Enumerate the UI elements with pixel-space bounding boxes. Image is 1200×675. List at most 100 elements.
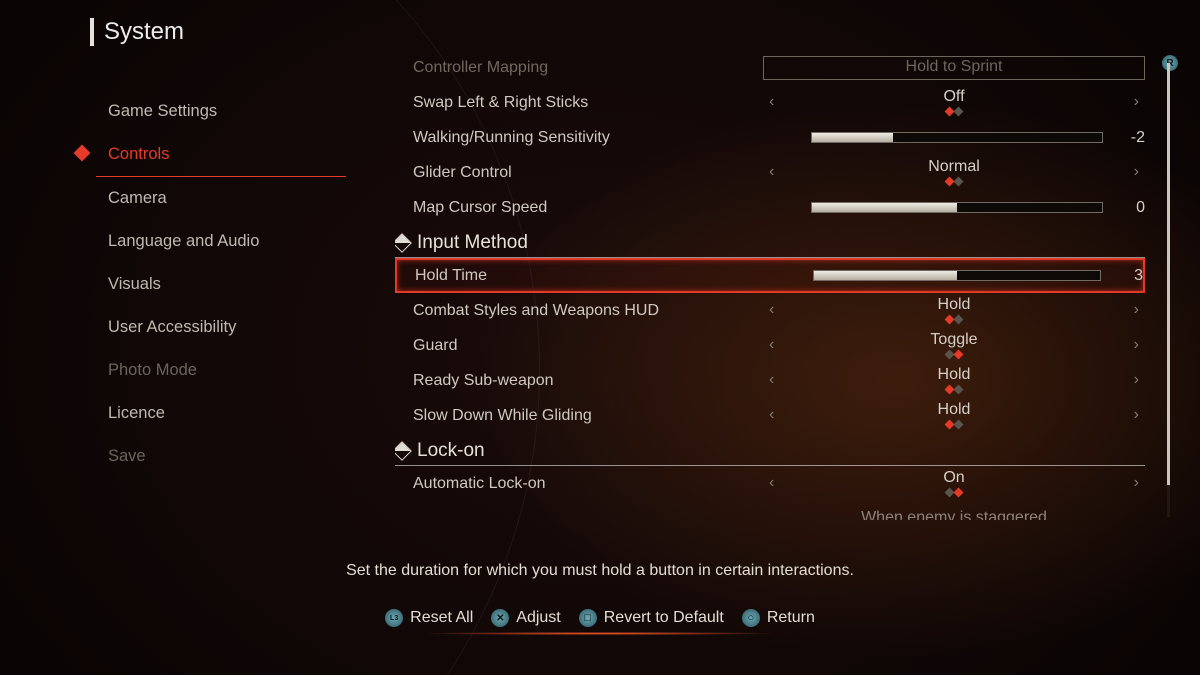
selector-guard[interactable]: ‹ Toggle › — [763, 332, 1145, 358]
page-dots — [780, 106, 1127, 116]
return-button[interactable]: Return — [742, 609, 815, 627]
slider-walk-sensitivity[interactable]: -2 — [763, 129, 1145, 147]
sidebar-item-user-accessibility[interactable]: User Accessibility — [96, 306, 346, 349]
selector-swap-sticks[interactable]: ‹ Off › — [763, 89, 1145, 115]
slider-value: -2 — [1117, 129, 1145, 147]
sidebar-item-controls[interactable]: Controls — [96, 133, 346, 177]
selector-combat-hud[interactable]: ‹ Hold › — [763, 297, 1145, 323]
page-dots — [780, 314, 1127, 324]
chevron-right-icon[interactable]: › — [1128, 336, 1145, 354]
reset-all-label: Reset All — [410, 609, 473, 627]
setting-description: Set the duration for which you must hold… — [0, 562, 1200, 580]
row-combat-hud[interactable]: Combat Styles and Weapons HUD ‹ Hold › — [395, 293, 1145, 328]
settings-panel: Controller Mapping Hold to Sprint Swap L… — [395, 50, 1145, 520]
label-hold-time: Hold Time — [415, 267, 765, 285]
adjust-button[interactable]: Adjust — [491, 609, 560, 627]
sidebar-item-game-settings[interactable]: Game Settings — [96, 90, 346, 133]
sidebar-item-save: Save — [96, 435, 346, 478]
slider-hold-time[interactable]: 3 — [765, 267, 1143, 285]
label-ready-subweapon: Ready Sub-weapon — [413, 372, 763, 390]
chevron-right-icon[interactable]: › — [1128, 301, 1145, 319]
page-title: System — [104, 18, 184, 46]
label-combat-hud: Combat Styles and Weapons HUD — [413, 302, 763, 320]
row-walk-sensitivity[interactable]: Walking/Running Sensitivity -2 — [395, 120, 1145, 155]
circle-icon — [742, 609, 760, 627]
chevron-right-icon[interactable]: › — [1128, 163, 1145, 181]
slider-track[interactable] — [811, 202, 1103, 213]
revert-label: Revert to Default — [604, 609, 724, 627]
scrollbar[interactable] — [1167, 58, 1170, 517]
chevron-left-icon[interactable]: ‹ — [763, 163, 780, 181]
label-walk-sensitivity: Walking/Running Sensitivity — [413, 129, 763, 147]
row-auto-lockon-detail[interactable]: When enemy is staggered — [395, 501, 1145, 520]
section-input-method: Input Method — [395, 226, 1145, 258]
slider-track[interactable] — [811, 132, 1103, 143]
title-tick — [90, 18, 94, 46]
label-swap-sticks: Swap Left & Right Sticks — [413, 94, 763, 112]
page-dots — [780, 176, 1127, 186]
return-label: Return — [767, 609, 815, 627]
scrollbar-thumb[interactable] — [1167, 63, 1170, 485]
diamond-icon — [395, 441, 412, 461]
square-icon — [579, 609, 597, 627]
selector-auto-lockon-detail[interactable]: When enemy is staggered — [763, 510, 1145, 520]
label-slow-glide: Slow Down While Gliding — [413, 407, 763, 425]
page-dots — [780, 349, 1127, 359]
page-dots — [780, 384, 1127, 394]
row-glider-control[interactable]: Glider Control ‹ Normal › — [395, 155, 1145, 190]
value-hold-to-sprint[interactable]: Hold to Sprint — [763, 56, 1145, 80]
reset-all-button[interactable]: Reset All — [385, 609, 473, 627]
bumper-r-icon: R — [1162, 55, 1178, 71]
label-glider-control: Glider Control — [413, 164, 763, 182]
footer-button-bar: Reset All Adjust Revert to Default Retur… — [0, 609, 1200, 627]
page-title-bar: System — [90, 18, 184, 46]
revert-default-button[interactable]: Revert to Default — [579, 609, 724, 627]
chevron-right-icon[interactable]: › — [1128, 93, 1145, 111]
row-guard[interactable]: Guard ‹ Toggle › — [395, 328, 1145, 363]
selector-ready-subweapon[interactable]: ‹ Hold › — [763, 367, 1145, 393]
sidebar-item-licence[interactable]: Licence — [96, 392, 346, 435]
footer-accent-glow — [430, 632, 770, 635]
chevron-left-icon[interactable]: ‹ — [763, 301, 780, 319]
chevron-right-icon[interactable]: › — [1128, 371, 1145, 389]
section-title: Input Method — [417, 232, 528, 254]
row-map-cursor-speed[interactable]: Map Cursor Speed 0 — [395, 190, 1145, 225]
sidebar: Game Settings Controls Camera Language a… — [96, 90, 346, 478]
chevron-left-icon[interactable]: ‹ — [763, 474, 780, 492]
chevron-right-icon[interactable]: › — [1128, 474, 1145, 492]
page-dots — [780, 487, 1127, 497]
l3-icon — [385, 609, 403, 627]
section-title: Lock-on — [417, 440, 485, 462]
sidebar-item-visuals[interactable]: Visuals — [96, 263, 346, 306]
slider-map-cursor[interactable]: 0 — [763, 199, 1145, 217]
sidebar-item-language-audio[interactable]: Language and Audio — [96, 220, 346, 263]
row-auto-lockon[interactable]: Automatic Lock-on ‹ On › — [395, 466, 1145, 501]
row-controller-mapping[interactable]: Controller Mapping Hold to Sprint — [395, 50, 1145, 85]
row-slow-glide[interactable]: Slow Down While Gliding ‹ Hold › — [395, 398, 1145, 433]
chevron-left-icon[interactable]: ‹ — [763, 336, 780, 354]
label-auto-lockon: Automatic Lock-on — [413, 475, 763, 493]
slider-track[interactable] — [813, 270, 1101, 281]
sidebar-item-camera[interactable]: Camera — [96, 177, 346, 220]
chevron-left-icon[interactable]: ‹ — [763, 371, 780, 389]
section-lock-on: Lock-on — [395, 434, 1145, 466]
selector-auto-lockon[interactable]: ‹ On › — [763, 470, 1145, 496]
row-hold-time[interactable]: Hold Time 3 — [395, 258, 1145, 293]
row-swap-sticks[interactable]: Swap Left & Right Sticks ‹ Off › — [395, 85, 1145, 120]
label-controller-mapping: Controller Mapping — [413, 59, 763, 77]
selector-glider-control[interactable]: ‹ Normal › — [763, 159, 1145, 185]
dpad-icon — [491, 609, 509, 627]
label-map-cursor-speed: Map Cursor Speed — [413, 199, 763, 217]
sidebar-item-photo-mode: Photo Mode — [96, 349, 346, 392]
row-ready-subweapon[interactable]: Ready Sub-weapon ‹ Hold › — [395, 363, 1145, 398]
chevron-right-icon[interactable]: › — [1128, 406, 1145, 424]
slider-value: 0 — [1117, 199, 1145, 217]
page-dots — [780, 419, 1127, 429]
chevron-left-icon[interactable]: ‹ — [763, 93, 780, 111]
adjust-label: Adjust — [516, 609, 560, 627]
label-guard: Guard — [413, 337, 763, 355]
chevron-left-icon[interactable]: ‹ — [763, 406, 780, 424]
slider-value: 3 — [1115, 267, 1143, 285]
diamond-icon — [395, 233, 412, 253]
selector-slow-glide[interactable]: ‹ Hold › — [763, 402, 1145, 428]
